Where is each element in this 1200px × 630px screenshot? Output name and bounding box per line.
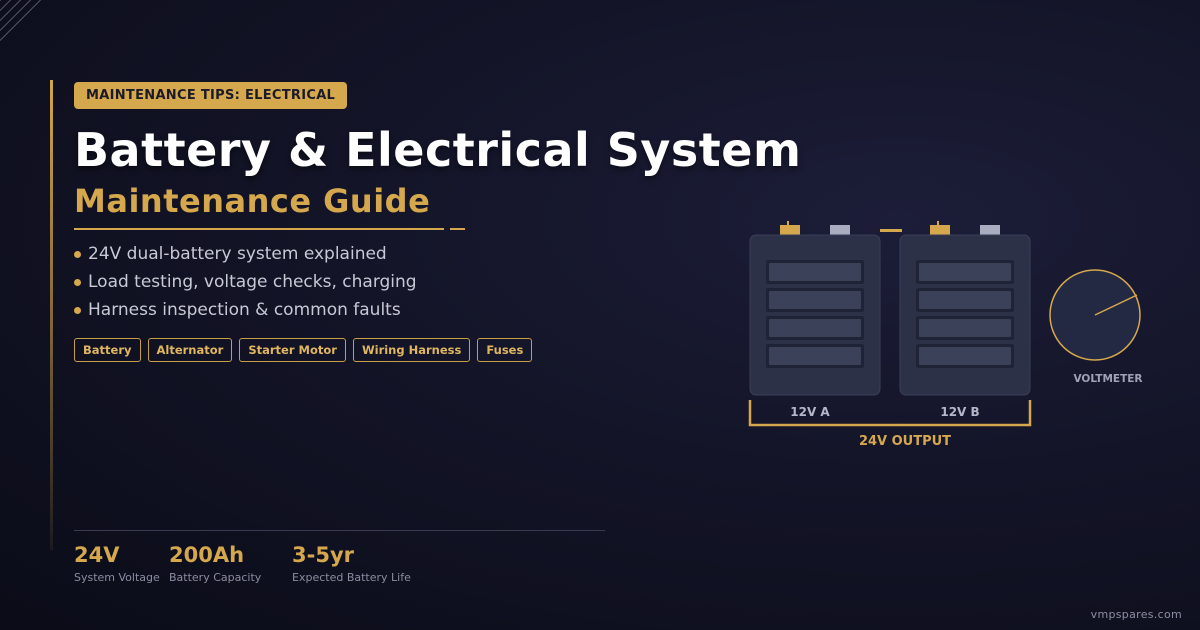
stat-label: System Voltage bbox=[74, 571, 160, 584]
feature-item: Load testing, voltage checks, charging bbox=[74, 268, 417, 296]
tag-wiring-harness: Wiring Harness bbox=[352, 338, 471, 362]
bullet-dot-icon bbox=[74, 250, 81, 258]
page-subtitle: Maintenance Guide bbox=[74, 182, 431, 220]
stat-value: 24V bbox=[74, 543, 120, 567]
voltmeter-label: VOLTMETER bbox=[1073, 373, 1142, 385]
category-badge: MAINTENANCE TIPS: ELECTRICAL bbox=[74, 82, 348, 109]
feature-item: Harness inspection & common faults bbox=[74, 296, 417, 324]
feature-list: 24V dual-battery system explained Load t… bbox=[74, 240, 417, 324]
stat-battery-life: 3-5yr Expected Battery Life bbox=[292, 542, 411, 584]
stat-label: Battery Capacity bbox=[169, 571, 262, 584]
tag-fuses: Fuses bbox=[477, 338, 533, 362]
corner-stripes-decoration bbox=[0, 0, 44, 44]
subtitle-underline-dash bbox=[450, 228, 465, 230]
brand-watermark: vmpspares.com bbox=[1090, 608, 1182, 621]
tag-starter-motor: Starter Motor bbox=[239, 338, 346, 362]
stat-system-voltage: 24V System Voltage bbox=[74, 542, 160, 584]
tag-alternator: Alternator bbox=[147, 338, 233, 362]
feature-item-text: Load testing, voltage checks, charging bbox=[88, 272, 417, 292]
stat-label: Expected Battery Life bbox=[292, 571, 411, 584]
voltmeter-icon bbox=[1049, 269, 1141, 361]
bullet-dot-icon bbox=[74, 306, 81, 314]
page-title: Battery & Electrical System bbox=[74, 123, 802, 177]
feature-item-text: Harness inspection & common faults bbox=[88, 300, 401, 320]
battery-a-icon bbox=[749, 221, 881, 396]
feature-item: 24V dual-battery system explained bbox=[74, 240, 417, 268]
battery-b-label: 12V B bbox=[940, 405, 979, 419]
feature-item-text: 24V dual-battery system explained bbox=[88, 244, 387, 264]
output-label: 24V OUTPUT bbox=[859, 434, 951, 449]
tag-battery: Battery bbox=[74, 338, 141, 362]
topic-tags: Battery Alternator Starter Motor Wiring … bbox=[74, 338, 533, 362]
stat-battery-capacity: 200Ah Battery Capacity bbox=[169, 542, 261, 584]
battery-a-label: 12V A bbox=[790, 405, 830, 419]
series-link-icon bbox=[880, 229, 902, 232]
bullet-dot-icon bbox=[74, 278, 81, 286]
subtitle-underline bbox=[74, 228, 444, 230]
battery-system-illustration: 12V A 12V B 24V OUTPUT VOLTMETER bbox=[748, 221, 1143, 449]
vertical-accent-bar bbox=[50, 80, 53, 550]
stats-divider bbox=[74, 530, 605, 531]
battery-b-icon bbox=[899, 221, 1031, 396]
stat-value: 200Ah bbox=[169, 543, 245, 567]
stat-value: 3-5yr bbox=[292, 543, 354, 567]
